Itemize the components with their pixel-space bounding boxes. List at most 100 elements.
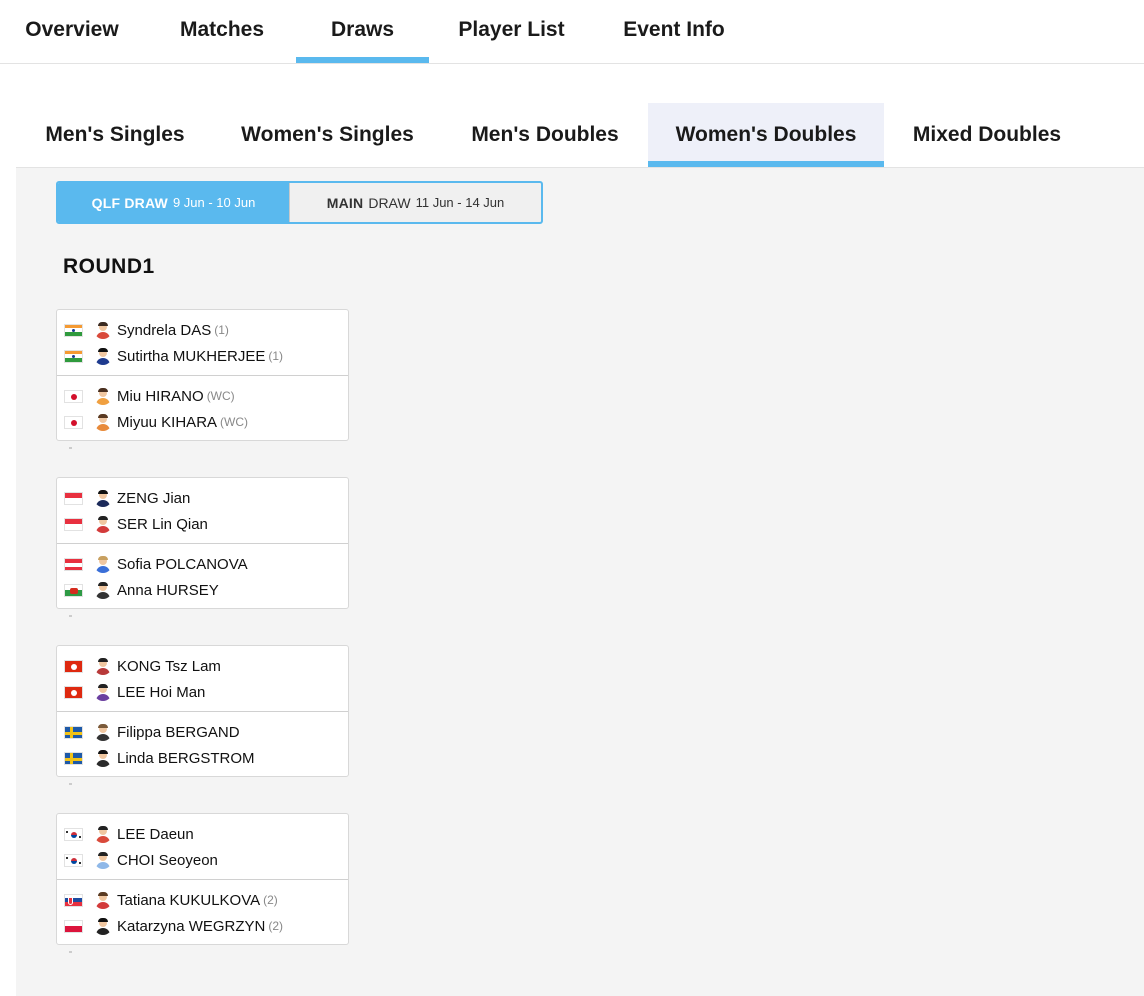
event-nav: Men's Singles Women's Singles Men's Doub…: [16, 103, 1144, 168]
player-avatar-icon: [94, 917, 112, 935]
player-name[interactable]: ZENG Jian: [117, 490, 190, 507]
player-avatar-icon: [94, 321, 112, 339]
player-row[interactable]: Anna HURSEY: [57, 577, 348, 603]
draw-panel: QLF DRAW 9 Jun - 10 Jun MAIN DRAW 11 Jun…: [16, 168, 1144, 996]
match-team: Miu HIRANO (WC) Miyuu KIHARA (WC): [57, 375, 348, 440]
player-name[interactable]: Anna HURSEY: [117, 582, 219, 599]
flag-india-icon: [64, 323, 83, 337]
player-row[interactable]: Filippa BERGAND: [57, 719, 348, 745]
flag-japan-icon: [64, 415, 83, 429]
player-name[interactable]: Katarzyna WEGRZYN: [117, 918, 265, 935]
match-team: KONG Tsz Lam LEE Hoi Man: [57, 646, 348, 711]
match-team: Sofia POLCANOVA Anna HURSEY: [57, 543, 348, 608]
flag-hong-kong-icon: [64, 659, 83, 673]
tab-womens-singles[interactable]: Women's Singles: [226, 103, 429, 167]
player-name[interactable]: Linda BERGSTROM: [117, 750, 255, 767]
tab-mens-singles[interactable]: Men's Singles: [16, 103, 214, 167]
player-row[interactable]: Miyuu KIHARA (WC): [57, 409, 348, 435]
top-nav: Overview Matches Draws Player List Event…: [0, 0, 1144, 64]
player-row[interactable]: Miu HIRANO (WC): [57, 383, 348, 409]
player-row[interactable]: Sofia POLCANOVA: [57, 551, 348, 577]
player-avatar-icon: [94, 555, 112, 573]
player-name[interactable]: Filippa BERGAND: [117, 724, 240, 741]
player-seed: (2): [263, 893, 278, 907]
player-name[interactable]: CHOI Seoyeon: [117, 852, 218, 869]
player-seed: (2): [268, 919, 284, 933]
player-row[interactable]: Tatiana KUKULKOVA (2): [57, 887, 348, 913]
match-connector: [69, 951, 72, 953]
flag-singapore-icon: [64, 491, 83, 505]
match-team: ZENG Jian SER Lin Qian: [57, 478, 348, 543]
match-connector: [69, 615, 72, 617]
player-row[interactable]: LEE Daeun: [57, 821, 348, 847]
player-avatar-icon: [94, 851, 112, 869]
tab-matches[interactable]: Matches: [150, 0, 294, 63]
tab-event-info[interactable]: Event Info: [600, 0, 748, 63]
player-seed: (WC): [206, 389, 235, 403]
flag-wales-icon: [64, 583, 83, 597]
player-row[interactable]: Sutirtha MUKHERJEE (1): [57, 343, 348, 369]
match-connector: [69, 783, 72, 785]
player-row[interactable]: LEE Hoi Man: [57, 679, 348, 705]
match-connector: [69, 447, 72, 449]
qlf-draw-dates: 9 Jun - 10 Jun: [172, 195, 256, 210]
flag-korea-icon: [64, 853, 83, 867]
flag-slovakia-icon: [64, 893, 83, 907]
player-avatar-icon: [94, 749, 112, 767]
flag-japan-icon: [64, 389, 83, 403]
player-row[interactable]: Katarzyna WEGRZYN (2): [57, 913, 348, 939]
player-name[interactable]: Miyuu KIHARA: [117, 414, 217, 431]
player-avatar-icon: [94, 657, 112, 675]
player-avatar-icon: [94, 387, 112, 405]
flag-sweden-icon: [64, 725, 83, 739]
flag-hong-kong-icon: [64, 685, 83, 699]
match-team: Tatiana KUKULKOVA (2) Katarzyna WEGRZYN (2): [57, 879, 348, 944]
player-name[interactable]: Tatiana KUKULKOVA: [117, 892, 260, 909]
tab-mens-doubles[interactable]: Men's Doubles: [452, 103, 638, 167]
player-row[interactable]: KONG Tsz Lam: [57, 653, 348, 679]
tab-draws[interactable]: Draws: [296, 0, 429, 63]
player-seed: (WC): [220, 415, 249, 429]
player-name[interactable]: Miu HIRANO: [117, 388, 204, 405]
tab-overview[interactable]: Overview: [0, 0, 144, 63]
player-avatar-icon: [94, 347, 112, 365]
flag-sweden-icon: [64, 751, 83, 765]
flag-india-icon: [64, 349, 83, 363]
player-row[interactable]: Syndrela DAS (1): [57, 317, 348, 343]
match-card[interactable]: LEE Daeun CHOI Seoyeon Tatiana KUKULKOVA (2…: [56, 813, 349, 953]
player-name[interactable]: LEE Daeun: [117, 826, 194, 843]
player-name[interactable]: KONG Tsz Lam: [117, 658, 221, 675]
player-row[interactable]: CHOI Seoyeon: [57, 847, 348, 873]
player-name[interactable]: SER Lin Qian: [117, 516, 208, 533]
tab-player-list[interactable]: Player List: [440, 0, 583, 63]
flag-korea-icon: [64, 827, 83, 841]
player-name[interactable]: Sofia POLCANOVA: [117, 556, 248, 573]
player-row[interactable]: ZENG Jian: [57, 485, 348, 511]
main-draw-dates: 11 Jun - 14 Jun: [415, 195, 505, 210]
player-name[interactable]: Sutirtha MUKHERJEE: [117, 348, 265, 365]
player-avatar-icon: [94, 683, 112, 701]
player-row[interactable]: SER Lin Qian: [57, 511, 348, 537]
qlf-draw-label: QLF DRAW: [91, 194, 168, 211]
player-name[interactable]: LEE Hoi Man: [117, 684, 205, 701]
main-draw-button[interactable]: MAIN DRAW 11 Jun - 14 Jun: [289, 183, 541, 222]
player-row[interactable]: Linda BERGSTROM: [57, 745, 348, 771]
qlf-draw-button[interactable]: QLF DRAW 9 Jun - 10 Jun: [58, 183, 289, 222]
match-team: Syndrela DAS (1) Sutirtha MUKHERJEE (1): [57, 310, 348, 375]
main-draw-label-bold: MAIN: [326, 194, 364, 211]
player-avatar-icon: [94, 723, 112, 741]
player-avatar-icon: [94, 489, 112, 507]
flag-singapore-icon: [64, 517, 83, 531]
tab-mixed-doubles[interactable]: Mixed Doubles: [892, 103, 1082, 167]
match-card[interactable]: KONG Tsz Lam LEE Hoi Man Filippa BERGAND Li…: [56, 645, 349, 785]
tab-womens-doubles[interactable]: Women's Doubles: [648, 103, 884, 167]
match-card[interactable]: ZENG Jian SER Lin Qian Sofia POLCANOVA Anna…: [56, 477, 349, 617]
player-name[interactable]: Syndrela DAS: [117, 322, 211, 339]
draw-toggle: QLF DRAW 9 Jun - 10 Jun MAIN DRAW 11 Jun…: [56, 181, 543, 224]
player-avatar-icon: [94, 413, 112, 431]
round-title: ROUND1: [63, 255, 155, 278]
player-avatar-icon: [94, 891, 112, 909]
match-card[interactable]: Syndrela DAS (1) Sutirtha MUKHERJEE (1) Miu …: [56, 309, 349, 449]
player-seed: (1): [214, 323, 229, 337]
player-avatar-icon: [94, 515, 112, 533]
